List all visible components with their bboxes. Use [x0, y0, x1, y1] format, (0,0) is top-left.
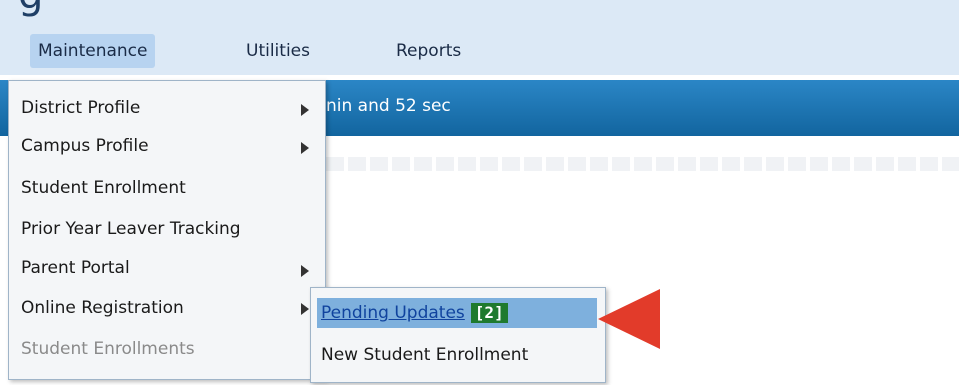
- triangle-right-icon: [301, 303, 309, 315]
- pending-updates-label[interactable]: Pending Updates: [321, 303, 465, 323]
- online-registration-submenu: Pending Updates [2] New Student Enrollmen…: [310, 287, 606, 383]
- menu-maintenance[interactable]: Maintenance: [30, 34, 156, 68]
- menu-item-online-registration[interactable]: Online Registration: [21, 293, 184, 323]
- menu-item-prior-year-leaver-tracking[interactable]: Prior Year Leaver Tracking: [21, 214, 241, 244]
- pending-count-badge: [2]: [470, 303, 508, 323]
- app-title-fragment: g: [18, 0, 44, 18]
- triangle-right-icon: [301, 104, 309, 116]
- app-header: g Maintenance Utilities Reports: [0, 0, 959, 75]
- menu-item-campus-profile[interactable]: Campus Profile: [21, 131, 149, 161]
- menu-item-student-enrollments: Student Enrollments: [21, 339, 195, 359]
- triangle-right-icon: [301, 142, 309, 154]
- maintenance-dropdown-menu: District Profile Campus Profile Student …: [8, 80, 326, 380]
- faded-info-line: [326, 157, 959, 171]
- menu-item-student-enrollment[interactable]: Student Enrollment: [21, 173, 186, 203]
- session-timer-text: nin and 52 sec: [326, 96, 451, 116]
- submenu-item-new-student-enrollment[interactable]: New Student Enrollment: [321, 340, 528, 370]
- menubar: Maintenance Utilities Reports: [0, 30, 959, 70]
- submenu-item-pending-updates[interactable]: Pending Updates [2]: [321, 298, 508, 328]
- menu-utilities[interactable]: Utilities: [238, 34, 318, 68]
- menu-item-district-profile[interactable]: District Profile: [21, 93, 140, 123]
- menu-item-parent-portal[interactable]: Parent Portal: [21, 253, 130, 283]
- triangle-right-icon: [301, 265, 309, 277]
- menu-reports[interactable]: Reports: [388, 34, 469, 68]
- red-arrow-pointer-icon: [598, 289, 660, 349]
